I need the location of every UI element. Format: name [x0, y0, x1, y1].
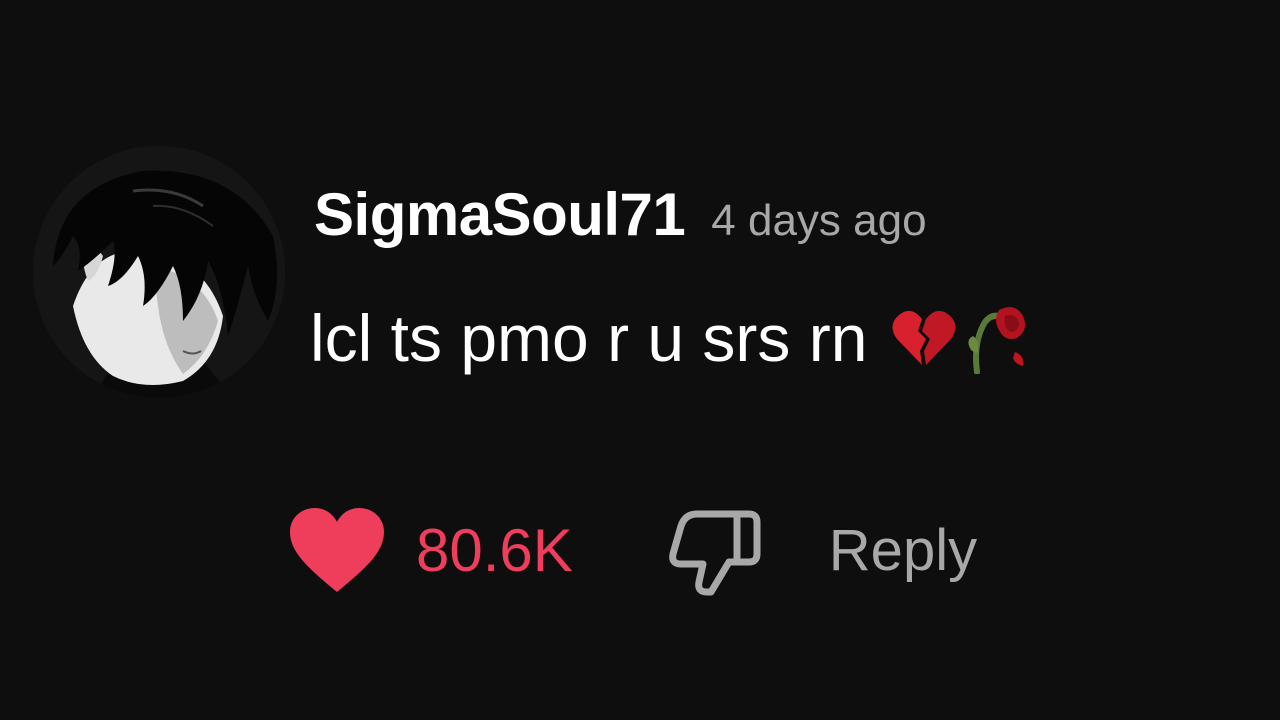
avatar[interactable] [33, 146, 285, 398]
comment-actions: 80.6K Reply [288, 500, 977, 600]
timestamp: 4 days ago [711, 196, 927, 245]
heart-icon [290, 508, 384, 592]
broken-heart-emoji-icon [891, 307, 957, 369]
dislike-button[interactable] [667, 504, 763, 596]
comment-text: lcl ts pmo r u srs rn [310, 301, 868, 375]
like-button[interactable]: 80.6K [288, 506, 573, 594]
comment-body: lcl ts pmo r u srs rn [310, 300, 1035, 376]
anime-boy-avatar-icon [33, 146, 285, 398]
thumbs-down-icon [668, 510, 761, 596]
comment: SigmaSoul71 4 days ago lcl ts pmo r u sr… [0, 0, 1280, 720]
wilted-flower-emoji-icon [963, 302, 1035, 374]
reply-button[interactable]: Reply [829, 517, 977, 584]
like-count: 80.6K [416, 516, 573, 584]
username[interactable]: SigmaSoul71 [314, 180, 686, 249]
comment-header: SigmaSoul71 4 days ago [314, 180, 927, 260]
